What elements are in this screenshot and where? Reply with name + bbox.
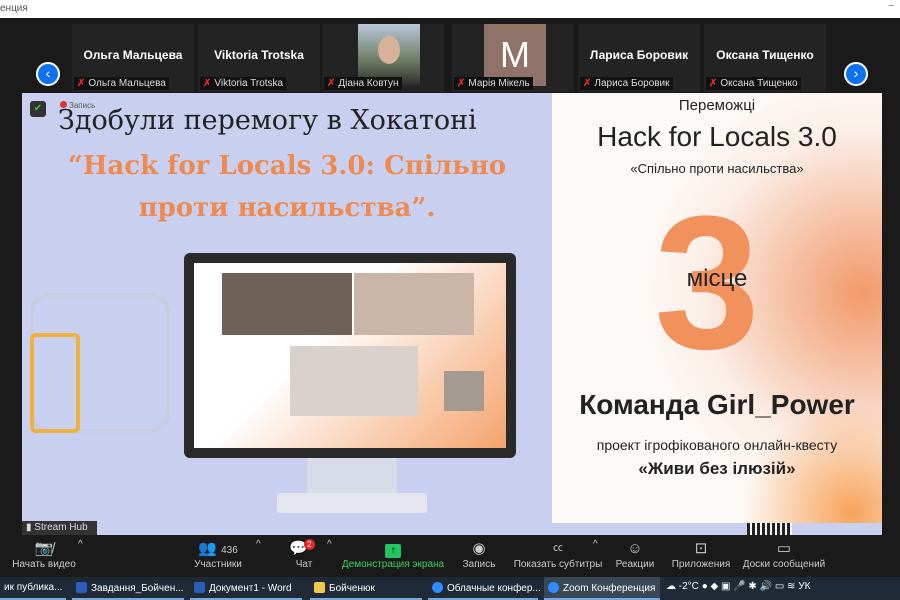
video-options-caret[interactable]: ^	[78, 539, 83, 550]
chat-badge: 2	[303, 539, 315, 550]
participants-icon: 👥	[198, 540, 217, 557]
prev-page-button[interactable]: ‹	[36, 62, 60, 86]
captions-options-caret[interactable]: ^	[593, 539, 598, 550]
record-icon: ◉	[472, 540, 486, 557]
event-tagline: «Спільно проти насильства»	[630, 161, 804, 176]
participant-name: Лариса Боровик	[589, 48, 689, 62]
chat-options-caret[interactable]: ^	[327, 539, 332, 550]
word-icon	[76, 582, 87, 593]
video-off-icon: 📷̸	[34, 540, 54, 557]
shared-screen: ✔ Запись Здобули перемогу в Хокатоні “Ha…	[22, 93, 882, 535]
participant-strip: ‹ Ольга Мальцева ✗ Ольга Мальцева Viktoria…	[0, 18, 900, 93]
security-shield-icon[interactable]: ✔	[30, 101, 46, 117]
mic-muted-icon: ✗	[583, 78, 592, 89]
record-button[interactable]: ◉ Запись	[458, 539, 500, 570]
reactions-button[interactable]: ☺ Реакции	[612, 539, 658, 570]
participants-button[interactable]: 👥 436 Участники	[185, 539, 251, 570]
participants-options-caret[interactable]: ^	[256, 539, 261, 550]
participant-label: ✗ Оксана Тищенко	[706, 77, 801, 90]
slide-heading: Здобули перемогу в Хокатоні	[58, 105, 477, 136]
mic-muted-icon: ✗	[77, 78, 86, 89]
meeting-toolbar: 📷̸ Начать видео ^ 👥 436 Участники ^ 💬2 Чат …	[0, 535, 900, 577]
participant-name: Ольга Мальцева	[83, 48, 183, 62]
apps-button[interactable]: ⊡ Приложения	[668, 539, 734, 570]
weather-icon: ☁	[666, 581, 676, 592]
captions-icon: ㏄	[553, 543, 563, 554]
slide-subheading: “Hack for Locals 3.0: Спільно проти наси…	[67, 151, 507, 223]
windows-taskbar: ик публика... Завдання_Бойчен... Докумен…	[0, 577, 900, 600]
participant-label: ✗ Марія Мікель	[454, 77, 533, 90]
minimize-button[interactable]: –	[888, 0, 894, 11]
taskbar-item-zoom-active[interactable]: Zoom Конференция	[544, 577, 660, 600]
project-name: «Живи без ілюзій»	[638, 459, 796, 478]
zoom-icon	[432, 582, 443, 593]
record-dot-icon	[60, 101, 67, 108]
monitor-graphic	[184, 253, 516, 458]
apps-icon: ⊡	[694, 540, 708, 557]
share-screen-button[interactable]: ↑ Демонстрация экрана	[340, 539, 446, 570]
tray-icons: ● ◆ ▣ 🎤 ✱ 🔊 ▭ ≋	[701, 581, 796, 592]
window-title: енция	[0, 3, 28, 14]
share-screen-icon: ↑	[385, 544, 401, 558]
winners-label: Переможці	[678, 97, 756, 114]
participant-tile[interactable]: Оксана Тищенко ✗ Оксана Тищенко	[704, 24, 826, 92]
window-title-bar: енция –	[0, 0, 900, 18]
mic-muted-icon: ✗	[709, 78, 718, 89]
qr-code	[747, 523, 792, 535]
zoom-icon	[548, 582, 559, 593]
taskbar-item-folder[interactable]: Бойченюк	[310, 577, 422, 600]
taskbar-item[interactable]: ик публика...	[0, 577, 66, 600]
mic-muted-icon: ✗	[457, 78, 466, 89]
mic-muted-icon: ✗	[327, 78, 336, 89]
participant-name: Viktoria Trotska	[214, 48, 304, 62]
reactions-icon: ☺	[627, 540, 643, 557]
participant-tile[interactable]: ✗ Діана Ковтун	[322, 24, 444, 92]
taskbar-item-word[interactable]: Документ1 - Word	[190, 577, 302, 600]
chat-button[interactable]: 💬2 Чат	[288, 539, 320, 570]
whiteboard-icon: ▭	[776, 540, 792, 557]
participant-label: ✗ Лариса Боровик	[580, 77, 673, 90]
next-page-button[interactable]: ›	[844, 62, 868, 86]
place-label: місце	[686, 265, 748, 292]
word-icon	[194, 582, 205, 593]
thumbs-up-cuff	[30, 333, 80, 433]
participant-label: ✗ Діана Ковтун	[324, 77, 402, 90]
system-tray: ☁ -2°C ● ◆ ▣ 🎤 ✱ 🔊 ▭ ≋ УК	[666, 581, 810, 592]
captions-button[interactable]: ㏄ Показать субтитры	[512, 539, 604, 570]
participant-tile[interactable]: M ✗ Марія Мікель	[452, 24, 574, 92]
temperature: -2°C	[678, 581, 699, 592]
language-indicator: УК	[798, 581, 811, 592]
recording-indicator: Запись	[60, 101, 95, 110]
signal-icon: ▮	[26, 522, 32, 533]
participant-tile[interactable]: Ольга Мальцева ✗ Ольга Мальцева	[72, 24, 194, 92]
participant-name: Оксана Тищенко	[716, 48, 814, 62]
start-video-button[interactable]: 📷̸ Начать видео	[10, 539, 78, 570]
folder-icon	[314, 582, 325, 593]
participant-label: ✗ Viktoria Trotska	[200, 77, 287, 90]
taskbar-item-zoom[interactable]: Облачные конфер...	[428, 577, 541, 600]
project-description: проект ігрофікованого онлайн-квесту	[596, 437, 838, 453]
taskbar-item-word[interactable]: Завдання_Бойчен...	[72, 577, 184, 600]
participant-label: ✗ Ольга Мальцева	[74, 77, 169, 90]
winner-panel: 3 Переможці Hack for Locals 3.0 «Спільно…	[552, 93, 882, 523]
whiteboards-button[interactable]: ▭ Доски сообщений	[740, 539, 828, 570]
participant-tile[interactable]: Лариса Боровик ✗ Лариса Боровик	[578, 24, 700, 92]
participant-tile[interactable]: Viktoria Trotska ✗ Viktoria Trotska	[198, 24, 320, 92]
team-name: Команда Girl_Power	[579, 389, 855, 420]
stream-hub-label: ▮ Stream Hub	[22, 521, 97, 535]
mic-muted-icon: ✗	[203, 78, 212, 89]
event-name: Hack for Locals 3.0	[597, 121, 837, 152]
